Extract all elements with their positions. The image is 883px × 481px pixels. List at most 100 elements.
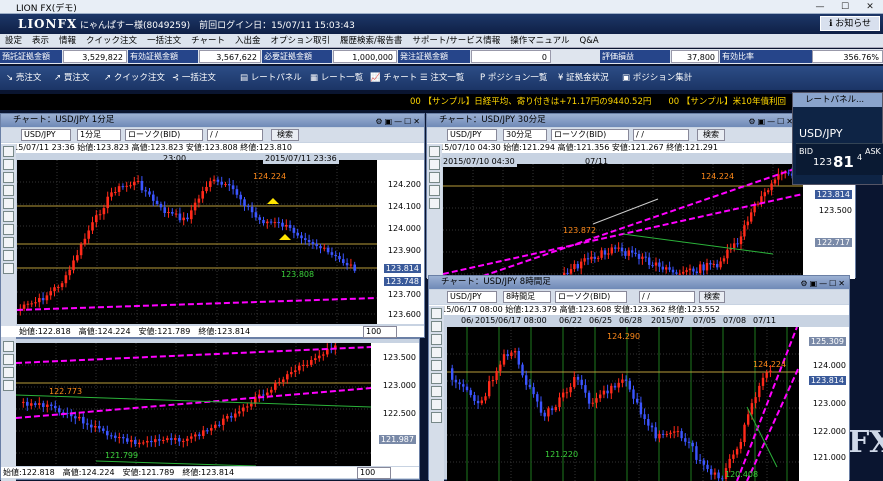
axis-tick: 123.000 <box>382 381 416 390</box>
news-ticker[interactable]: 00 【サンプル】日経平均、寄り付きは+71.17円の9440.52円 00 【… <box>0 94 883 110</box>
date-input[interactable]: / / <box>639 291 695 303</box>
chart-button[interactable]: 📈 チャート <box>370 71 417 83</box>
pair-select[interactable]: USD/JPY <box>447 129 497 141</box>
pencil-icon[interactable] <box>429 159 440 170</box>
zoom-select[interactable]: 100 <box>363 326 397 338</box>
chart-plot-area[interactable] <box>447 327 799 481</box>
text-icon[interactable] <box>3 198 14 209</box>
position-summary-button[interactable]: ▣ ポジション集計 <box>622 71 692 83</box>
period-select[interactable]: 8時間足 <box>503 291 551 303</box>
chart-title[interactable]: チャート：USD/JPY 30分足 ⚙▣—☐✕ <box>427 114 855 127</box>
search-button[interactable]: 検索 <box>697 129 725 141</box>
pair-select[interactable]: USD/JPY <box>21 129 71 141</box>
crosshair-icon[interactable] <box>429 146 440 157</box>
menu-settings[interactable]: 設定 <box>0 34 27 48</box>
setting-icon[interactable] <box>3 250 14 261</box>
menu-qa[interactable]: Q&A <box>575 34 604 48</box>
close-button[interactable]: ✕ <box>858 1 882 13</box>
window-buttons[interactable]: ⚙▣—☐✕ <box>748 115 795 128</box>
notice-button[interactable]: ℹ お知らせ <box>820 16 880 31</box>
candle <box>282 379 285 382</box>
chart-window-8hour[interactable]: チャート：USD/JPY 8時間足 ⚙▣—☐✕ USD/JPY 8時間足 ローソク… <box>428 275 850 481</box>
bulk-order-button[interactable]: ⊰ 一括注文 <box>172 71 216 83</box>
search-button[interactable]: 検索 <box>699 291 725 303</box>
candle <box>234 413 237 418</box>
chart-type-select[interactable]: ローソク(BID) <box>125 129 203 141</box>
erase-icon[interactable] <box>431 373 442 384</box>
tool-icon[interactable] <box>3 367 14 378</box>
menu-info[interactable]: 情報 <box>54 34 81 48</box>
candle <box>216 179 220 182</box>
crosshair-icon[interactable] <box>431 308 442 319</box>
print-icon[interactable] <box>431 386 442 397</box>
chart-plot-area[interactable] <box>17 160 377 324</box>
menu-bulk-order[interactable]: 一括注文 <box>142 34 186 48</box>
minimize-button[interactable]: — <box>808 1 832 13</box>
period-select[interactable]: 30分足 <box>503 129 547 141</box>
candle <box>222 418 225 425</box>
menu-manual[interactable]: 操作マニュアル <box>505 34 574 48</box>
chart-window-1min[interactable]: チャート：USD/JPY 1分足 ⚙▣—☐✕ USD/JPY 1分足 ローソク(B… <box>0 113 425 339</box>
margin-status-button[interactable]: ¥ 証拠金状況 <box>558 71 609 83</box>
save-icon[interactable] <box>431 399 442 410</box>
window-buttons[interactable]: ⚙▣—☐✕ <box>800 277 847 290</box>
crosshair-icon[interactable] <box>3 146 14 157</box>
tool-icon[interactable] <box>3 341 14 352</box>
high-label: 124.224 <box>701 172 735 181</box>
text-icon[interactable] <box>431 360 442 371</box>
quick-order-button[interactable]: ↗ クイック注文 <box>104 71 165 83</box>
chart-svg <box>16 343 371 466</box>
maximize-button[interactable]: ☐ <box>833 1 857 13</box>
chart-window-bottom-left[interactable]: 123.500 123.000 122.500 121.987 122.773 … <box>0 338 420 481</box>
text-icon[interactable] <box>429 198 440 209</box>
pencil-icon[interactable] <box>3 159 14 170</box>
date-input[interactable]: / / <box>207 129 263 141</box>
tool-icon[interactable] <box>3 354 14 365</box>
print-icon[interactable] <box>3 224 14 235</box>
zoom-select[interactable]: 100 <box>357 467 391 479</box>
search-button[interactable]: 検索 <box>271 129 299 141</box>
line-icon[interactable] <box>431 334 442 345</box>
chart-plot-area[interactable] <box>16 343 371 466</box>
menu-history[interactable]: 履歴検索/報告書 <box>335 34 407 48</box>
chart-plot-area[interactable] <box>443 164 803 279</box>
pair-select[interactable]: USD/JPY <box>447 291 497 303</box>
fib-icon[interactable] <box>429 185 440 196</box>
date-input[interactable]: / / <box>633 129 689 141</box>
chart-title[interactable]: チャート：USD/JPY 8時間足 ⚙▣—☐✕ <box>429 276 849 289</box>
zoom-icon[interactable] <box>3 263 14 274</box>
window-buttons[interactable]: ⚙▣—☐✕ <box>375 115 422 128</box>
candle <box>118 437 121 439</box>
buy-order-button[interactable]: ↗ 買注文 <box>54 71 89 83</box>
chart-title[interactable]: チャート：USD/JPY 1分足 ⚙▣—☐✕ <box>1 114 424 127</box>
fib-icon[interactable] <box>3 185 14 196</box>
position-list-button[interactable]: P ポジション一覧 <box>480 71 547 83</box>
pencil-icon[interactable] <box>431 321 442 332</box>
line-icon[interactable] <box>3 172 14 183</box>
menu-support[interactable]: サポート/サービス情報 <box>407 34 505 48</box>
setting-icon[interactable] <box>431 412 442 423</box>
candle <box>451 368 454 380</box>
menu-deposit[interactable]: 入出金 <box>230 34 266 48</box>
rate-list-button[interactable]: ▦ レート一覧 <box>310 71 363 83</box>
menu-view[interactable]: 表示 <box>27 34 54 48</box>
menu-chart[interactable]: チャート <box>186 34 230 48</box>
save-icon[interactable] <box>3 237 14 248</box>
menu-options[interactable]: オプション取引 <box>266 34 336 48</box>
chart-type-select[interactable]: ローソク(BID) <box>551 129 629 141</box>
rate-panel-title[interactable]: レートパネル... <box>793 93 882 107</box>
candle <box>314 358 317 361</box>
fib-icon[interactable] <box>431 347 442 358</box>
period-select[interactable]: 1分足 <box>77 129 121 141</box>
rate-panel-button[interactable]: ▤ レートパネル <box>240 71 302 83</box>
menu-quick-order[interactable]: クイック注文 <box>81 34 142 48</box>
erase-icon[interactable] <box>3 211 14 222</box>
sell-order-button[interactable]: ↘ 売注文 <box>6 71 41 83</box>
chart-type-select[interactable]: ローソク(BID) <box>555 291 627 303</box>
order-list-button[interactable]: ☰ 注文一覧 <box>420 71 464 83</box>
tool-icon[interactable] <box>3 380 14 391</box>
candle <box>513 350 517 353</box>
line-icon[interactable] <box>429 172 440 183</box>
rate-panel[interactable]: レートパネル... USD/JPY BID ASK 123 81 4 <box>792 92 883 185</box>
cursor-time-label: 2015/07/11 23:36 <box>263 154 339 164</box>
